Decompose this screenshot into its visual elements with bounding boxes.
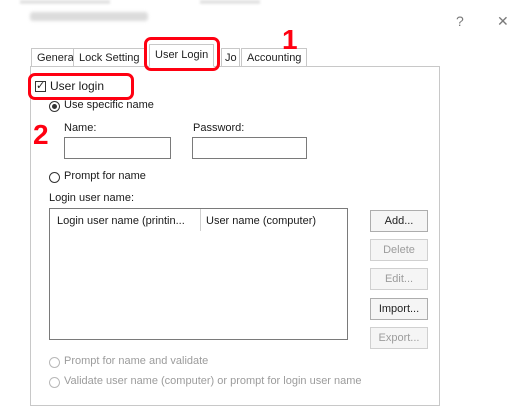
name-label: Name:: [64, 122, 97, 134]
name-field[interactable]: [64, 137, 171, 159]
callout-box-1: [144, 37, 220, 71]
callout-number-2: 2: [33, 119, 49, 150]
edit-button[interactable]: Edit...: [370, 268, 428, 290]
help-icon[interactable]: ?: [456, 13, 464, 29]
delete-button[interactable]: Delete: [370, 239, 428, 261]
window-title-blurred: [30, 12, 148, 21]
use-specific-name-radio[interactable]: [49, 101, 60, 112]
tab-lock-setting[interactable]: Lock Setting: [73, 48, 146, 66]
password-label: Password:: [193, 122, 245, 134]
import-button[interactable]: Import...: [370, 298, 428, 320]
callout-number-1: 1: [282, 24, 298, 55]
tab-job[interactable]: Jo: [221, 48, 240, 66]
add-button[interactable]: Add...: [370, 210, 428, 232]
validate-user-radio[interactable]: [49, 377, 60, 388]
column-header-login-user-name[interactable]: Login user name (printin...: [57, 215, 185, 227]
prompt-validate-radio[interactable]: [49, 357, 60, 368]
prompt-for-name-radio[interactable]: [49, 172, 60, 183]
blurred-background-2: [200, 0, 260, 4]
callout-box-2: [28, 73, 134, 100]
use-specific-name-label: Use specific name: [64, 99, 154, 111]
export-button[interactable]: Export...: [370, 327, 428, 349]
close-icon[interactable]: ✕: [497, 13, 509, 30]
validate-user-label: Validate user name (computer) or prompt …: [64, 375, 362, 387]
column-divider[interactable]: [200, 209, 201, 231]
password-field[interactable]: [192, 137, 307, 159]
blurred-background: [20, 0, 110, 4]
prompt-for-name-label: Prompt for name: [64, 170, 146, 182]
login-user-list[interactable]: [49, 208, 348, 340]
login-user-name-label: Login user name:: [49, 192, 134, 204]
prompt-validate-label: Prompt for name and validate: [64, 355, 209, 367]
column-header-user-name-computer[interactable]: User name (computer): [206, 215, 316, 227]
